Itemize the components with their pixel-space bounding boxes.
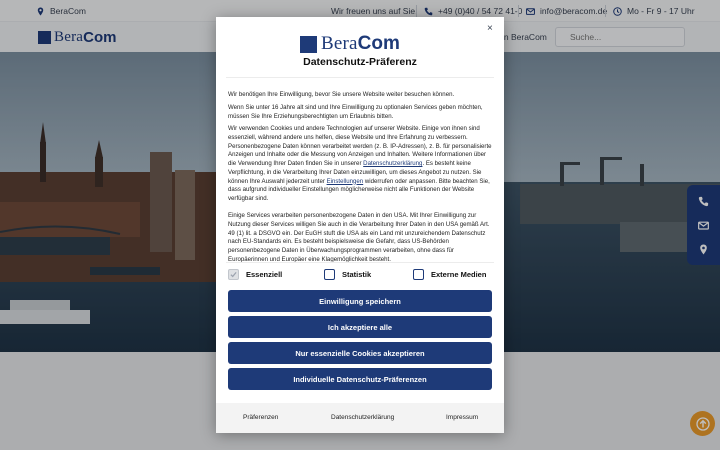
divider (226, 77, 494, 78)
dialog-title: Datenschutz-Präferenz (303, 56, 417, 68)
check-icon (230, 272, 237, 278)
dialog-logo: Bera Com (300, 33, 400, 55)
dialog-footer: Präferenzen Datenschutzerklärung Impress… (216, 403, 504, 433)
us-transfer-notice-text: Einige Services verarbeiten personenbezo… (228, 212, 490, 263)
checkbox-box (228, 269, 239, 280)
checkbox-label[interactable]: Statistik (342, 270, 371, 279)
accept-all-button[interactable]: Ich akzeptiere alle (228, 316, 492, 338)
checkbox-box[interactable] (413, 269, 424, 280)
logo-text-com: Com (357, 33, 400, 54)
checkbox-externe-medien[interactable]: Externe Medien (413, 269, 486, 280)
individual-preferences-button[interactable]: Individuelle Datenschutz-Präferenzen (228, 368, 492, 390)
close-icon[interactable]: × (487, 23, 493, 34)
settings-link[interactable]: Einstellungen (327, 178, 364, 185)
privacy-consent-dialog: × Bera Com Datenschutz-Präferenz Wir ben… (216, 17, 504, 433)
checkbox-statistik[interactable]: Statistik (324, 269, 371, 280)
checkbox-essenziell: Essenziell (228, 269, 282, 280)
logo-text-bera: Bera (321, 33, 358, 54)
footer-link-privacy[interactable]: Datenschutzerklärung (331, 414, 394, 421)
essential-only-button[interactable]: Nur essenzielle Cookies akzeptieren (228, 342, 492, 364)
checkbox-box[interactable] (324, 269, 335, 280)
age-notice-text: Wenn Sie unter 16 Jahre alt sind und Ihr… (228, 104, 483, 120)
divider (226, 262, 494, 263)
privacy-policy-link[interactable]: Datenschutzerklärung (363, 160, 422, 167)
consent-categories: Essenziell Statistik Externe Medien (228, 269, 492, 283)
save-consent-button[interactable]: Einwilligung speichern (228, 290, 492, 312)
cookie-info-text: Wir verwenden Cookies und andere Technol… (228, 125, 492, 204)
footer-link-preferences[interactable]: Präferenzen (243, 414, 278, 421)
footer-link-imprint[interactable]: Impressum (446, 414, 478, 421)
consent-intro-text: Wir benötigen Ihre Einwilligung, bevor S… (228, 91, 455, 98)
checkbox-label[interactable]: Externe Medien (431, 270, 486, 279)
logo-square (300, 35, 317, 53)
checkbox-label: Essenziell (246, 270, 283, 279)
